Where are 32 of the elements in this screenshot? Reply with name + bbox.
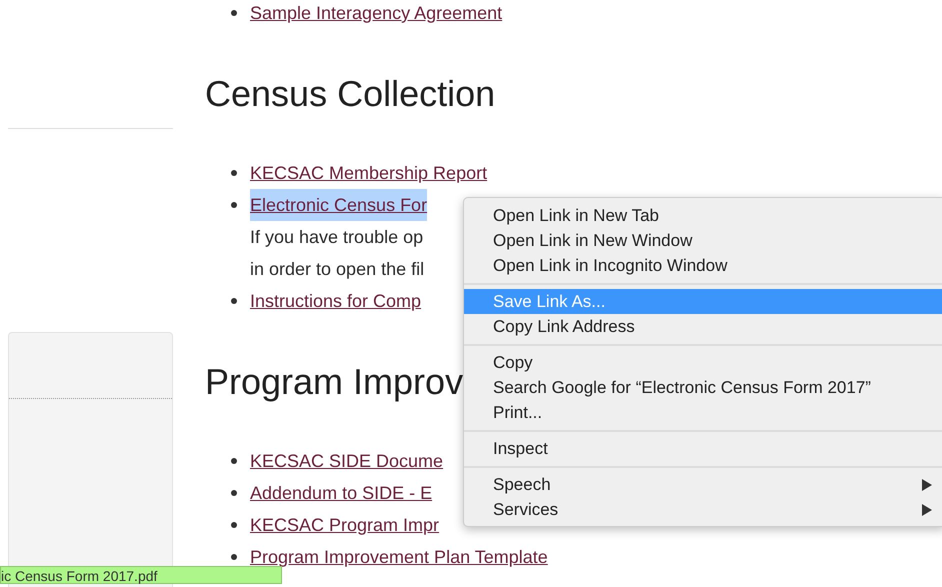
document-link[interactable]: Sample Interagency Agreement [250,0,502,29]
menu-item[interactable]: Copy [464,350,942,375]
menu-item[interactable]: Search Google for “Electronic Census Form 2017” [464,375,942,400]
document-link[interactable]: KECSAC Membership Report [250,157,488,189]
menu-item[interactable]: Inspect [464,436,942,461]
section-heading: Program Improv [205,360,464,404]
submenu-arrow-icon [922,504,932,516]
menu-item[interactable]: Open Link in New Tab [464,203,942,228]
status-bar: ic Census Form 2017.pdf [0,566,282,584]
document-link[interactable]: Instructions for Comp [250,285,422,317]
submenu-arrow-icon [922,478,932,490]
bullet-icon [231,490,237,496]
note-text: If you have trouble op [250,226,424,249]
menu-item[interactable]: Open Link in Incognito Window [464,253,942,278]
document-link[interactable]: KECSAC Program Impr [250,509,440,541]
bullet-icon [231,170,237,176]
bullet-icon [231,10,237,16]
menu-item[interactable]: Speech [464,472,942,497]
bullet-icon [231,522,237,528]
menu-item[interactable]: Open Link in New Window [464,228,942,253]
bullet-icon [231,458,237,464]
document-link[interactable]: Electronic Census For [250,189,428,221]
note-text: in order to open the fil [250,258,426,281]
menu-item[interactable]: Print... [464,400,942,425]
bullet-icon [231,202,237,208]
menu-item[interactable]: Services [464,497,942,522]
menu-item[interactable]: Copy Link Address [464,314,942,339]
bullet-icon [231,554,237,560]
document-link[interactable]: KECSAC SIDE Docume [250,445,444,477]
document-link[interactable]: Addendum to SIDE - E [250,477,432,509]
section-heading: Census Collection [205,72,496,116]
bullet-icon [231,298,237,304]
